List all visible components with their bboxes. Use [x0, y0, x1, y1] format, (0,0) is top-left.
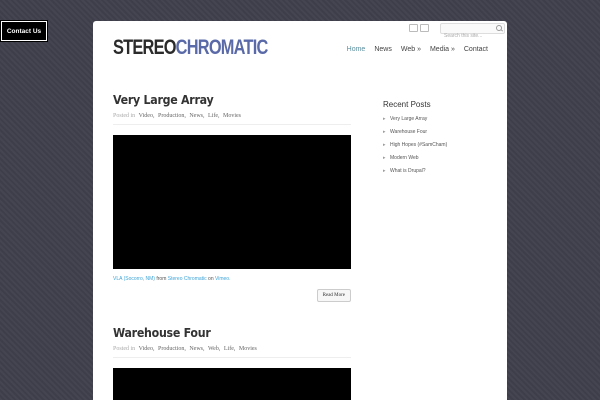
category-link[interactable]: Production, — [158, 113, 186, 119]
category-link[interactable]: Life, — [208, 113, 220, 119]
caption-on: on — [208, 276, 214, 282]
rss-icon[interactable] — [409, 24, 418, 32]
main-panel: STEREOCHROMATIC Home News Web » Media » … — [93, 21, 507, 400]
nav-home[interactable]: Home — [347, 46, 366, 53]
logo-part-chromatic: CHROMATIC — [175, 36, 269, 59]
post-title[interactable]: Very Large Array — [113, 93, 332, 107]
post-warehouse-four: Warehouse Four Posted in Video, Producti… — [113, 326, 351, 400]
video-embed[interactable] — [113, 368, 351, 400]
recent-post-link[interactable]: High Hopes (#SamCham) — [383, 142, 493, 148]
category-link[interactable]: Video, — [139, 346, 155, 352]
search-box — [440, 23, 505, 41]
post-meta: Posted in Video, Production, News, Web, … — [113, 346, 351, 358]
main-nav: Home News Web » Media » Contact — [347, 46, 488, 53]
nav-contact[interactable]: Contact — [464, 46, 488, 53]
nav-news[interactable]: News — [374, 46, 392, 53]
category-link[interactable]: Web, — [208, 346, 220, 352]
post-meta: Posted in Video, Production, News, Life,… — [113, 113, 351, 125]
recent-post-link[interactable]: Warehouse Four — [383, 129, 493, 135]
contact-us-tab[interactable]: Contact Us — [0, 20, 48, 42]
post-title[interactable]: Warehouse Four — [113, 326, 332, 340]
video-caption: VLA (Socorro, NM) from Stereo Chromatic … — [113, 276, 351, 282]
recent-posts-title: Recent Posts — [383, 100, 431, 109]
category-link[interactable]: News, — [189, 113, 204, 119]
video-embed[interactable] — [113, 135, 351, 269]
category-link[interactable]: Video, — [139, 113, 155, 119]
recent-post-link[interactable]: What is Drupal? — [383, 168, 493, 174]
read-more-button[interactable]: Read More — [316, 289, 351, 302]
category-link[interactable]: Production, — [158, 346, 186, 352]
category-link[interactable]: Movies — [239, 346, 257, 352]
author-link[interactable]: Stereo Chromatic — [168, 276, 207, 282]
nav-web[interactable]: Web » — [401, 46, 421, 53]
category-link[interactable]: News, — [189, 346, 204, 352]
category-link[interactable]: Life, — [224, 346, 236, 352]
search-icon[interactable] — [496, 25, 502, 31]
search-input[interactable] — [441, 31, 496, 41]
posted-in-label: Posted in — [113, 346, 136, 352]
video-link[interactable]: VLA (Socorro, NM) — [113, 276, 155, 282]
sidebar: Recent Posts Very Large Array Warehouse … — [383, 100, 493, 181]
mail-icon[interactable] — [420, 24, 429, 32]
logo-part-stereo: STEREO — [113, 36, 176, 59]
recent-posts-list: Very Large Array Warehouse Four High Hop… — [383, 116, 493, 174]
nav-media[interactable]: Media » — [430, 46, 455, 53]
recent-post-link[interactable]: Very Large Array — [383, 116, 493, 122]
site-logo[interactable]: STEREOCHROMATIC — [113, 36, 268, 60]
vimeo-link[interactable]: Vimeo. — [215, 276, 230, 282]
posted-in-label: Posted in — [113, 113, 136, 119]
caption-from: from — [156, 276, 167, 282]
header-icons — [409, 24, 429, 32]
post-very-large-array: Very Large Array Posted in Video, Produc… — [113, 93, 351, 302]
category-link[interactable]: Movies — [223, 113, 241, 119]
recent-post-link[interactable]: Modern Web — [383, 155, 493, 161]
